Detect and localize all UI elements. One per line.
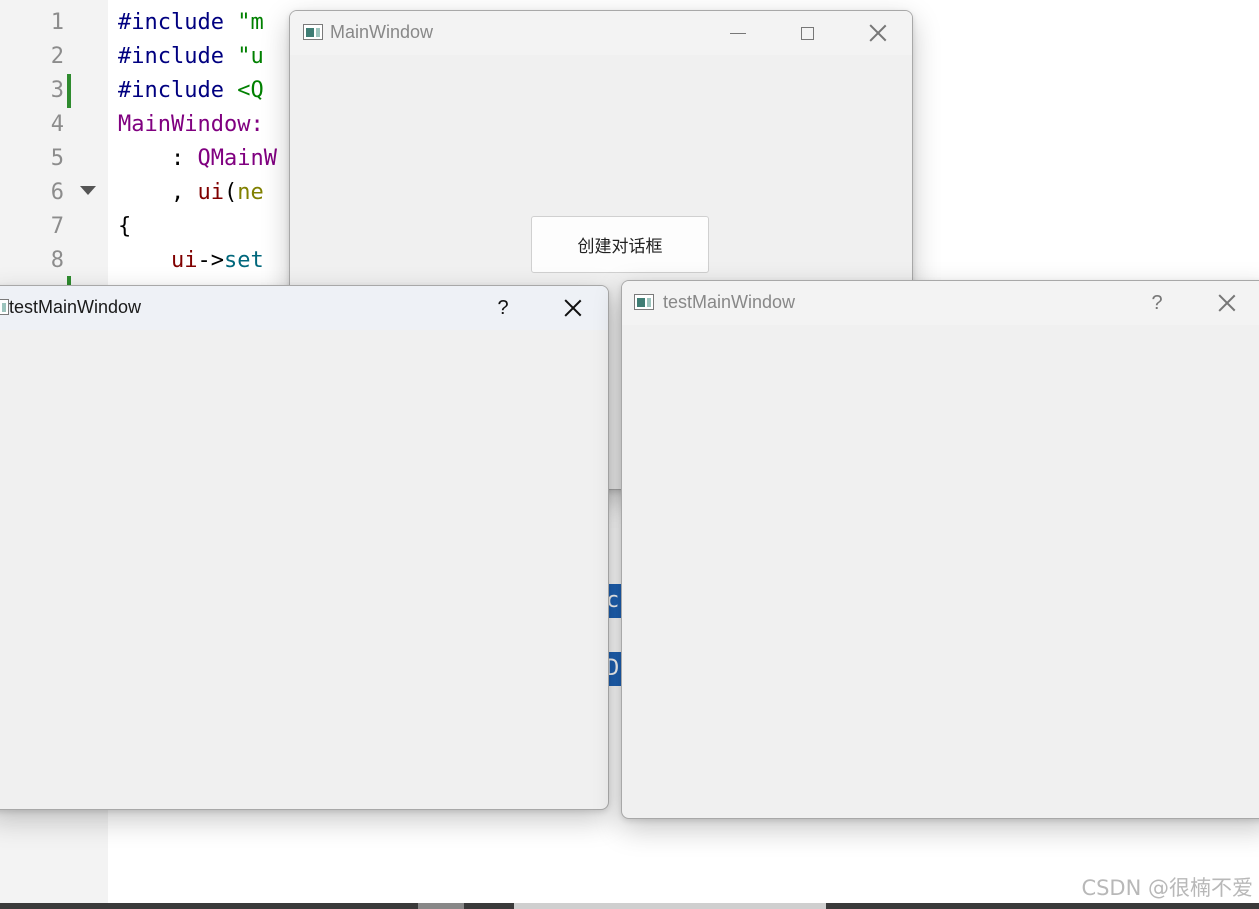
test-main-window-left: testMainWindow ? [0,285,609,810]
line-number: 4 [50,112,64,137]
code-line[interactable]: MainWindow: [118,108,264,142]
code-line[interactable]: #include "u [118,40,264,74]
watermark: CSDN @很楠不爱 [1081,876,1253,900]
code-token: set [223,248,264,273]
help-icon: ? [497,296,509,319]
code-line[interactable]: { [118,210,131,244]
main-window-titlebar[interactable]: MainWindow [290,11,912,55]
help-button[interactable]: ? [480,286,526,330]
code-token: ( [223,180,238,205]
maximize-icon [800,26,814,40]
taskbar-strip [0,903,1259,909]
line-number: 3 [50,78,64,103]
close-icon [1218,294,1236,312]
code-token: MainWindow: [118,112,264,137]
close-button[interactable] [855,11,901,55]
code-line[interactable]: : QMainW [118,142,277,176]
code-token: "u [237,44,264,69]
minimize-icon [730,32,746,34]
dialog-titlebar[interactable]: testMainWindow ? [622,281,1259,325]
code-line[interactable]: #include "m [118,6,264,40]
code-token: "m [237,10,264,35]
minimize-button[interactable] [715,11,761,55]
code-line[interactable]: , ui(ne [118,176,264,210]
code-token: , [118,180,198,205]
app-icon [0,299,9,315]
window-title: MainWindow [330,22,434,42]
code-token: ui [170,248,198,273]
line-number: 1 [50,10,64,35]
line-number: 8 [50,248,64,273]
code-token: <Q [237,78,264,103]
maximize-button[interactable] [784,11,830,55]
help-button[interactable]: ? [1134,281,1180,325]
code-token: #include [118,44,238,69]
code-token: { [118,214,132,239]
help-icon: ? [1151,291,1163,314]
code-token: #include [118,10,238,35]
taskbar-segment [418,903,464,909]
code-token: ne [237,180,264,205]
code-line[interactable]: #include <Q [118,74,264,108]
fold-arrow-icon[interactable] [80,186,96,195]
dialog-titlebar[interactable]: testMainWindow ? [0,286,608,330]
line-number: 6 [50,180,64,205]
test-main-window-right: testMainWindow ? [621,280,1259,819]
line-number: 7 [50,214,64,239]
code-token: : [118,146,198,171]
close-icon [869,24,887,42]
close-button[interactable] [1204,281,1250,325]
line-number: 2 [50,44,64,69]
code-line[interactable]: ui->set [118,244,264,278]
app-icon [303,24,323,40]
code-token: -> [197,248,224,273]
close-icon [564,299,582,317]
change-marker [67,74,71,108]
code-token: #include [118,78,238,103]
taskbar-segment [514,903,826,909]
close-button[interactable] [550,286,596,330]
code-token: ui [197,180,224,205]
line-number: 5 [50,146,64,171]
app-icon [634,294,654,310]
code-token: QMainW [197,146,277,171]
create-dialog-button[interactable]: 创建对话框 [531,216,709,273]
window-title: testMainWindow [9,297,142,317]
window-title: testMainWindow [663,292,796,312]
